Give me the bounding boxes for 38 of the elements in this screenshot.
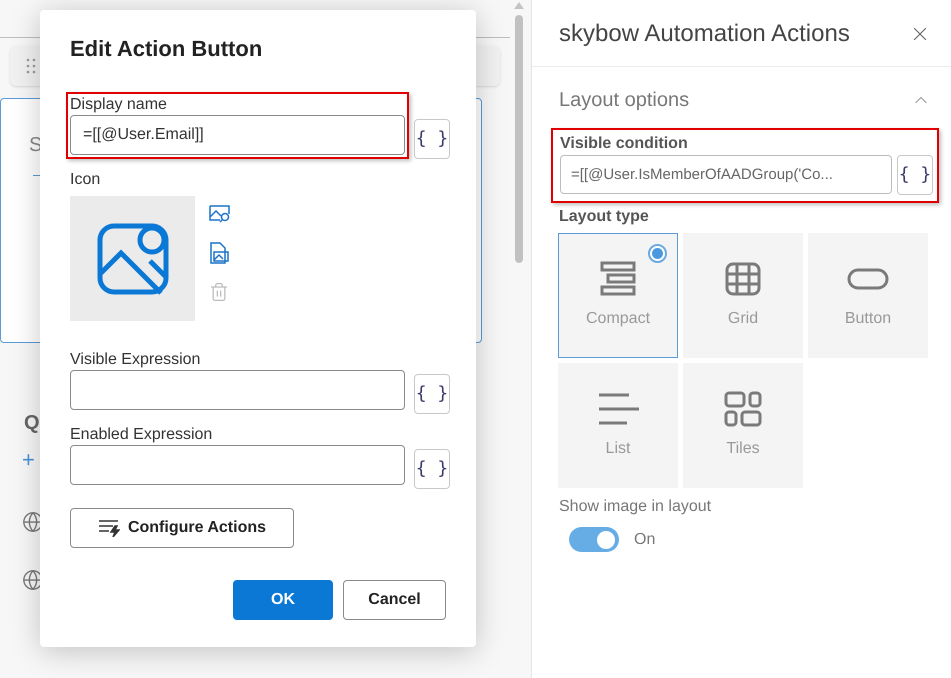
configure-actions-button[interactable]: Configure Actions (70, 508, 294, 548)
field-label: Visible condition (560, 134, 689, 154)
field-label: Display name (70, 95, 168, 115)
grid-icon (725, 262, 761, 296)
image-icon (96, 222, 168, 294)
expression-button[interactable]: { } (414, 119, 450, 159)
scroll-thumb[interactable] (515, 15, 523, 263)
toggle-switch[interactable] (569, 527, 619, 552)
field-label: Icon (70, 170, 102, 190)
field-label: Layout type (559, 207, 650, 227)
field-label: Show image in layout (559, 497, 712, 517)
expression-button[interactable]: { } (414, 449, 450, 489)
expression-button[interactable]: { } (897, 155, 933, 195)
stacked-bars-icon (599, 260, 637, 296)
image-search-icon[interactable] (209, 204, 231, 224)
pill-icon (847, 266, 889, 290)
drag-handle-icon[interactable] (26, 58, 36, 74)
field-label: Visible Expression (70, 350, 202, 370)
lines-icon (597, 392, 639, 426)
field-label: Enabled Expression (70, 425, 214, 445)
text-field[interactable] (70, 370, 405, 410)
section-title[interactable]: Layout options (559, 85, 690, 115)
tiles-icon (724, 390, 762, 426)
dialog-title: Edit Action Button (70, 35, 264, 63)
scroll-up-icon[interactable] (514, 2, 524, 9)
text-field[interactable]: =[[@User.Email]] (70, 115, 405, 155)
image-file-icon[interactable] (209, 242, 229, 264)
panel-title: skybow Automation Actions (559, 19, 850, 49)
ok-button[interactable]: OK (233, 580, 333, 620)
cancel-button[interactable]: Cancel (343, 580, 446, 620)
delete-icon[interactable] (209, 282, 229, 302)
toggle-state: On (634, 530, 656, 550)
add-sign[interactable]: + (22, 449, 35, 471)
actions-icon (98, 519, 120, 537)
section-heading: Q (24, 413, 40, 433)
expression-button[interactable]: { } (414, 374, 450, 414)
text-field[interactable] (70, 445, 405, 485)
text-field[interactable]: =[[@User.IsMemberOfAADGroup('Co... (560, 155, 892, 194)
